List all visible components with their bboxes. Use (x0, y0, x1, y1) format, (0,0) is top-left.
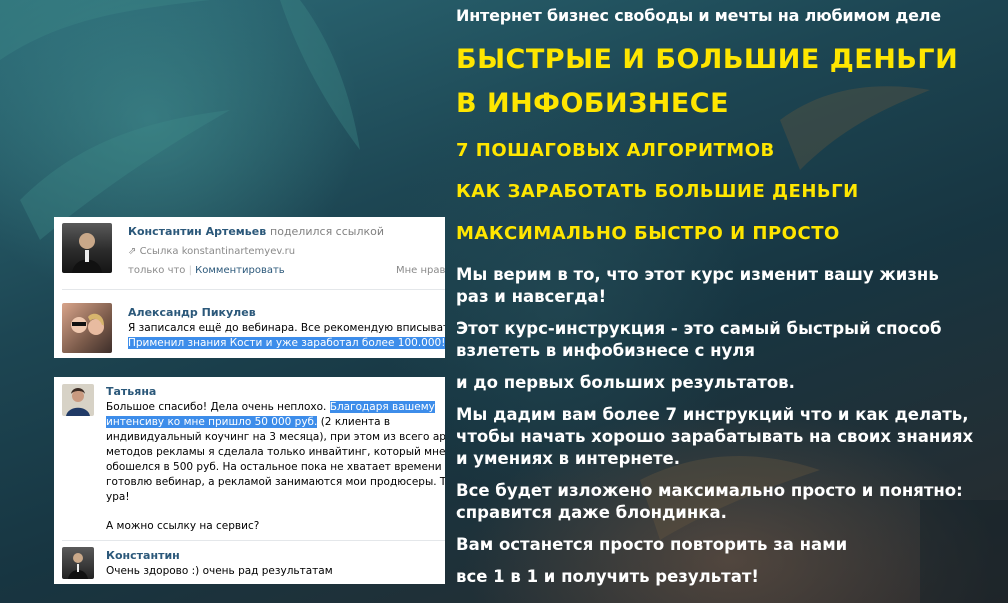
divider (62, 540, 445, 541)
person-photo-icon (72, 233, 102, 273)
main-title-line-1: БЫСТРЫЕ И БОЛЬШИЕ ДЕНЬГИ (456, 44, 959, 75)
main-title-line-2: В ИНФОБИЗНЕСЕ (456, 88, 730, 119)
body-line: взлететь в инфобизнесе с нуля (456, 341, 755, 360)
link-url[interactable]: konstantinartemyev.ru (182, 246, 295, 257)
body-line: Все будет изложено максимально просто и … (456, 481, 963, 500)
testimonial-card-2: Татьяна Большое спасибо! Дела очень непл… (54, 377, 445, 584)
subheading-1: 7 ПОШАГОВЫХ АЛГОРИТМОВ (456, 140, 775, 161)
message-line: готовлю вебинар, а рекламой занимаются м… (106, 476, 445, 488)
body-line: чтобы начать хорошо зарабатывать на свои… (456, 427, 974, 446)
avatar[interactable] (62, 384, 94, 416)
person-photo-icon (66, 388, 90, 416)
subheading-2: КАК ЗАРАБОТАТЬ БОЛЬШИЕ ДЕНЬГИ (456, 181, 859, 202)
body-line: Вам останется просто повторить за нами (456, 535, 848, 554)
author-name[interactable]: Константин Артемьев (128, 225, 266, 238)
message-line: Очень здорово :) очень рад результатам (106, 565, 333, 577)
link-icon: ⇗ (128, 246, 137, 257)
body-line: справится даже блондинка. (456, 503, 727, 522)
message-author[interactable]: Константин (106, 549, 180, 562)
message-line: методов рекламы я сделала только инвайти… (106, 446, 445, 458)
post-text: Я записался ещё до вебинара. Все рекомен… (128, 322, 445, 334)
post-time: только что (128, 265, 186, 276)
comment-link[interactable]: Комментировать (195, 265, 285, 276)
message-author[interactable]: Татьяна (106, 385, 156, 398)
link-row[interactable]: ⇗ Ссылка konstantinartemyev.ru (128, 246, 295, 257)
couple-photo-icon (71, 313, 104, 335)
message-line: Большое спасибо! Дела очень неплохо. Бла… (106, 401, 435, 413)
divider (62, 289, 445, 290)
message-line: интенсиву ко мне пришло 50 000 руб. (2 к… (106, 416, 391, 428)
post-meta: только что | Комментировать (128, 265, 285, 276)
body-line: Этот курс-инструкция - это самый быстрый… (456, 319, 942, 338)
link-prefix: Ссылка (139, 246, 179, 257)
page-subtitle: Интернет бизнес свободы и мечты на любим… (456, 6, 941, 25)
message-line: обошелся в 500 руб. На остальное пока не… (106, 461, 445, 473)
post-text-highlight: Применил знания Кости и уже заработал бо… (128, 337, 445, 349)
post-author[interactable]: Александр Пикулев (128, 306, 256, 319)
body-line: все 1 в 1 и получить результат! (456, 567, 759, 586)
author-action: поделился ссылкой (270, 225, 385, 238)
body-line: и умениях в интернете. (456, 449, 681, 468)
message-line: ура! (106, 491, 130, 503)
avatar[interactable] (62, 547, 94, 579)
subheading-3: МАКСИМАЛЬНО БЫСТРО И ПРОСТО (456, 223, 840, 244)
body-line: Мы верим в то, что этот курс изменит ваш… (456, 265, 939, 284)
body-line: и до первых больших результатов. (456, 373, 795, 392)
like-button[interactable]: Мне нрав (396, 265, 445, 276)
message-line: индивидуальный коучинг на 3 месяца), при… (106, 431, 445, 443)
avatar[interactable] (62, 303, 112, 353)
post-author[interactable]: Константин Артемьев поделился ссылкой (128, 225, 384, 238)
body-line: Мы дадим вам более 7 инструкций что и ка… (456, 405, 969, 424)
body-line: раз и навсегда! (456, 287, 607, 306)
message-line: А можно ссылку на сервис? (106, 520, 260, 532)
person-photo-icon (68, 553, 88, 579)
avatar[interactable] (62, 223, 112, 273)
testimonial-card-1: Константин Артемьев поделился ссылкой ⇗ … (54, 217, 445, 358)
